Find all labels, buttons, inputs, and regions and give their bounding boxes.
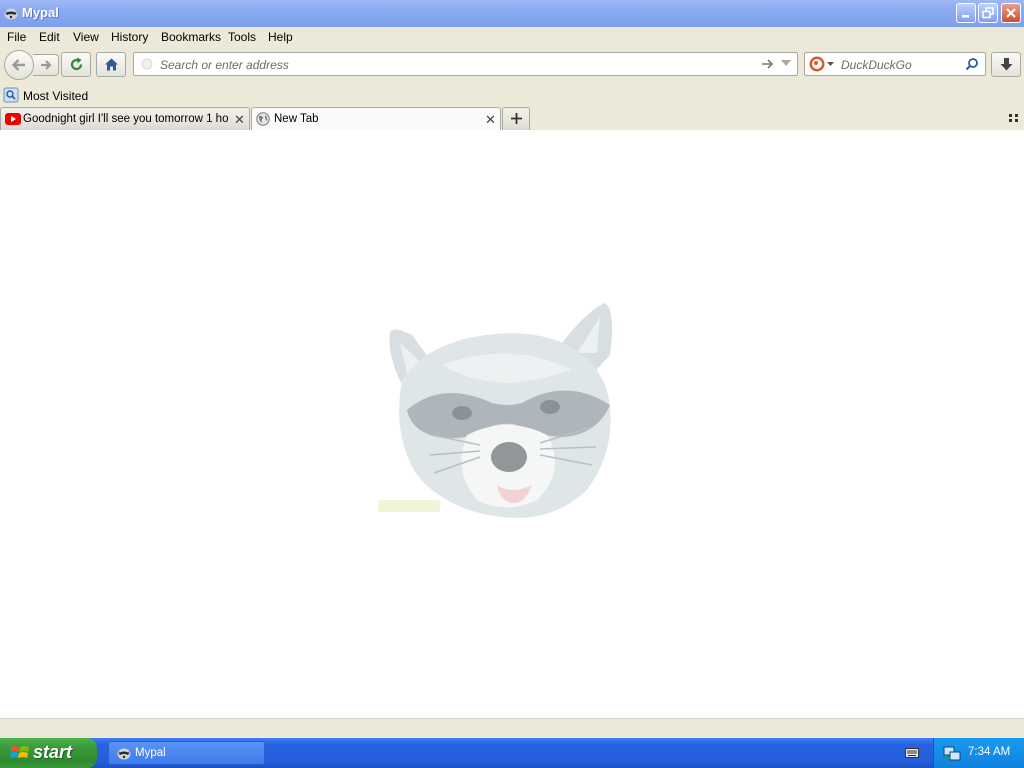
network-icon[interactable] [943,744,961,762]
windows-logo-icon [10,746,29,758]
globe-icon [256,112,270,126]
restore-button[interactable] [978,3,998,23]
home-button[interactable] [96,52,126,77]
tab-close-icon[interactable]: ✕ [234,112,245,128]
forward-button[interactable] [33,54,59,76]
close-window-button[interactable] [1001,3,1021,23]
title-bar[interactable]: Mypal [0,0,1024,28]
new-tab-button[interactable] [502,107,530,130]
minimize-button[interactable] [956,3,976,23]
taskbar: start Mypal 7:34 AM [0,738,1024,768]
tab-close-icon[interactable]: ✕ [485,112,496,128]
minimize-icon [962,15,969,18]
download-arrow-icon [1000,58,1013,71]
tab-new-tab-label: New Tab [274,113,319,125]
back-button[interactable] [4,50,34,80]
go-arrow-icon[interactable] [761,58,775,70]
start-label: start [33,742,73,762]
history-dropdown-icon[interactable] [781,60,791,68]
home-icon [105,58,118,71]
taskbar-item-label: Mypal [135,747,166,759]
raccoon-icon [117,748,131,760]
most-visited-label: Most Visited [23,89,89,103]
menu-edit[interactable]: Edit [39,30,60,44]
menu-bookmarks[interactable]: Bookmarks [161,30,221,44]
bookmark-folder-icon [3,87,19,103]
menu-tools[interactable]: Tools [228,30,256,44]
bookmarks-toolbar: Most Visited [0,85,1024,105]
search-input[interactable] [841,57,961,72]
search-bar[interactable] [804,52,986,76]
raccoon-icon [4,8,18,20]
status-bar [0,718,1024,739]
taskbar-item-mypal[interactable]: Mypal [108,741,265,765]
forward-arrow-icon [41,60,52,70]
reload-icon [70,57,83,71]
address-bar[interactable] [133,52,798,76]
downloads-button[interactable] [991,52,1021,77]
keyboard-icon[interactable] [905,747,919,759]
window-title: Mypal [22,5,59,20]
start-button[interactable]: start [0,738,97,768]
plus-icon [511,113,522,124]
most-visited-bookmark[interactable]: Most Visited [3,86,88,104]
tab-strip: Goodnight girl I'll see you tomorrow 1 h… [0,105,1024,131]
tab-youtube-label: Goodnight girl I'll see you tomorrow 1 h… [23,113,228,125]
system-tray: 7:34 AM [933,738,1024,768]
clock: 7:34 AM [968,746,1011,758]
navigation-toolbar [0,47,1024,83]
menu-history[interactable]: History [111,30,148,44]
menu-help[interactable]: Help [268,30,293,44]
tab-youtube[interactable]: Goodnight girl I'll see you tomorrow 1 h… [0,107,250,130]
address-input[interactable] [160,57,750,72]
raccoon-logo-watermark [378,303,612,518]
menu-view[interactable]: View [73,30,99,44]
page-identity-icon [141,58,153,70]
tab-new-tab[interactable]: New Tab ✕ [251,107,501,131]
reload-button[interactable] [61,52,91,77]
duckduckgo-icon[interactable] [809,56,825,72]
menu-bar: File Edit View History Bookmarks Tools H… [0,27,1024,47]
close-icon [1006,8,1016,18]
youtube-icon [5,113,21,125]
menu-file[interactable]: File [7,30,26,44]
back-arrow-icon [11,59,25,71]
restore-icon [982,7,994,19]
search-icon[interactable] [965,57,979,71]
new-tab-page [0,130,1024,718]
engine-dropdown-icon[interactable] [827,62,834,67]
tab-grid-icon[interactable] [1009,114,1019,122]
